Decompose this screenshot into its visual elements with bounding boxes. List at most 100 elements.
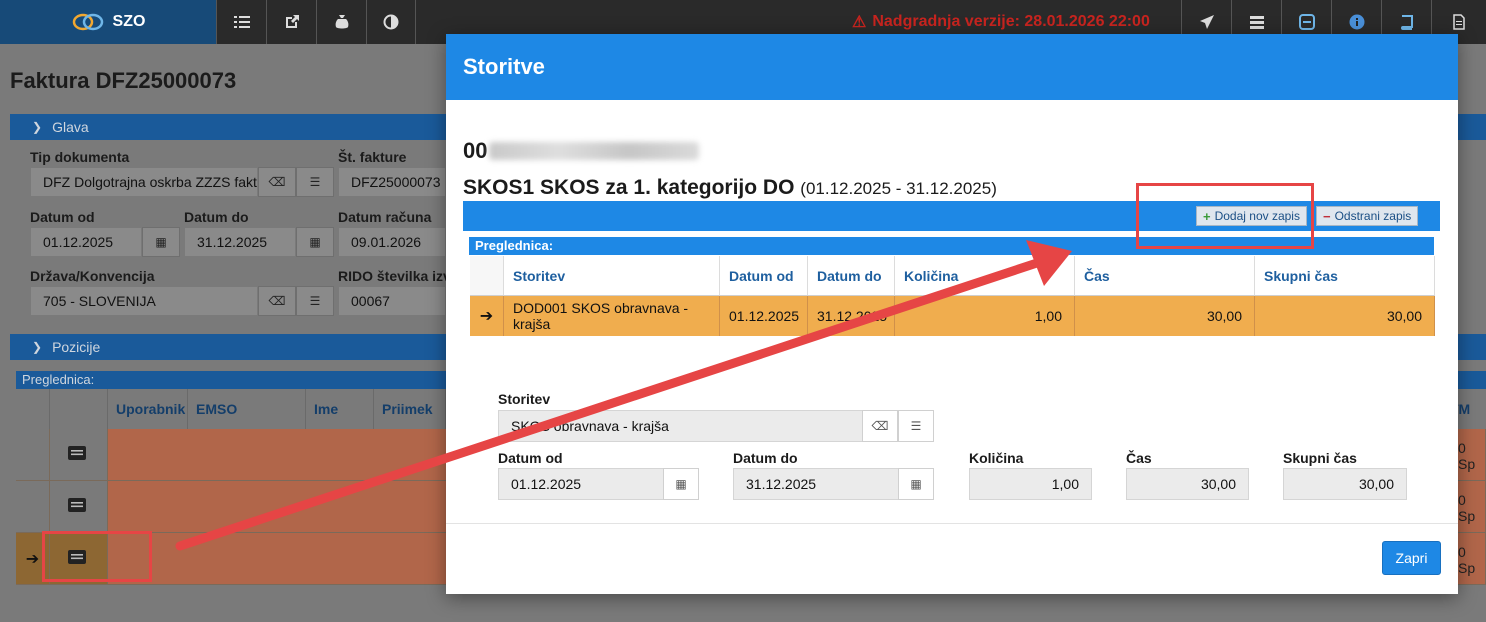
services-cell-total-time[interactable]: 30,00 bbox=[1255, 296, 1435, 336]
paper-plane-icon bbox=[1199, 15, 1214, 29]
section-header-label: Glava bbox=[52, 119, 89, 135]
grid-head-name[interactable]: Ime bbox=[306, 389, 374, 429]
date-to-label: Datum do bbox=[184, 209, 249, 225]
grid-head-surname[interactable]: Priimek bbox=[374, 389, 446, 429]
date-to-calendar-button[interactable]: ▦ bbox=[296, 227, 334, 257]
services-head-date-to[interactable]: Datum do bbox=[808, 256, 895, 296]
doc-type-list-button[interactable]: ☰ bbox=[296, 167, 334, 197]
form-date-from-calendar-button[interactable]: ▦ bbox=[663, 468, 699, 500]
chevron-down-icon: ❯ bbox=[32, 120, 43, 134]
grid-head-marker bbox=[16, 389, 50, 429]
date-from-calendar-button[interactable]: ▦ bbox=[142, 227, 180, 257]
date-from-field[interactable]: 01.12.2025 bbox=[30, 227, 142, 257]
form-date-from-field[interactable]: 01.12.2025 bbox=[498, 468, 664, 500]
services-modal: Storitve 00 SKOS1 SKOS za 1. kategorijo … bbox=[446, 34, 1458, 594]
calendar-icon: ▦ bbox=[309, 235, 321, 249]
country-field[interactable]: 705 - SLOVENIJA bbox=[30, 286, 258, 316]
close-button[interactable]: Zapri bbox=[1382, 541, 1441, 575]
remote-support-icon bbox=[1298, 14, 1315, 30]
logo-text: SZO bbox=[112, 13, 146, 30]
services-cell-date-to[interactable]: 31.12.2025 bbox=[808, 296, 895, 336]
remove-record-button[interactable]: − Odstrani zapis bbox=[1316, 206, 1419, 226]
form-time-label: Čas bbox=[1126, 450, 1152, 466]
blurred-user-name bbox=[489, 142, 700, 160]
invoice-date-field[interactable]: 09.01.2026 bbox=[338, 227, 446, 257]
modal-footer-divider bbox=[446, 523, 1458, 524]
services-cell-quantity[interactable]: 1,00 bbox=[895, 296, 1075, 336]
services-head-service[interactable]: Storitev bbox=[504, 256, 720, 296]
remove-record-label: Odstrani zapis bbox=[1334, 209, 1412, 223]
row-pointer-icon: ➔ bbox=[470, 296, 504, 336]
services-head-marker bbox=[470, 256, 504, 296]
money-bag-button[interactable] bbox=[316, 0, 366, 44]
highlight-add-button bbox=[1136, 183, 1314, 249]
user-code-prefix: 00 bbox=[463, 138, 488, 163]
form-service-list-button[interactable]: ☰ bbox=[898, 410, 934, 442]
contrast-button[interactable] bbox=[366, 0, 416, 44]
doc-type-label: Tip dokumenta bbox=[30, 149, 130, 165]
doc-type-clear-button[interactable]: ⌫ bbox=[258, 167, 296, 197]
eraser-icon: ⌫ bbox=[268, 294, 286, 308]
form-date-to-label: Datum do bbox=[733, 450, 798, 466]
list-icon: ☰ bbox=[309, 175, 321, 189]
date-to-field[interactable]: 31.12.2025 bbox=[184, 227, 296, 257]
list-icon: ☰ bbox=[309, 294, 321, 308]
page-title: Faktura DFZ25000073 bbox=[10, 68, 237, 93]
calendar-icon: ▦ bbox=[910, 477, 922, 491]
logo-icon bbox=[72, 13, 103, 31]
warning-icon: ⚠ bbox=[852, 14, 867, 31]
form-quantity-field[interactable]: 1,00 bbox=[969, 468, 1092, 500]
form-date-to-calendar-button[interactable]: ▦ bbox=[898, 468, 934, 500]
invoice-no-label: Št. fakture bbox=[338, 149, 407, 165]
form-service-clear-button[interactable]: ⌫ bbox=[862, 410, 898, 442]
menu-list-button[interactable] bbox=[216, 0, 266, 44]
form-date-to-field[interactable]: 31.12.2025 bbox=[733, 468, 899, 500]
services-head-date-from[interactable]: Datum od bbox=[720, 256, 808, 296]
eraser-icon: ⌫ bbox=[268, 175, 286, 189]
services-cell-time[interactable]: 30,00 bbox=[1075, 296, 1255, 336]
services-cell-service[interactable]: DOD001 SKOS obravnava - krajša bbox=[504, 296, 720, 336]
contrast-icon bbox=[383, 14, 399, 30]
invoice-no-field[interactable]: DFZ25000073 bbox=[338, 167, 446, 197]
form-service-label: Storitev bbox=[498, 391, 551, 407]
app-logo[interactable]: SZO bbox=[0, 0, 216, 44]
row-details-icon[interactable] bbox=[68, 446, 86, 460]
minus-icon: − bbox=[1323, 208, 1331, 224]
services-head-total-time[interactable]: Skupni čas bbox=[1255, 256, 1435, 296]
form-date-from-label: Datum od bbox=[498, 450, 563, 466]
date-from-label: Datum od bbox=[30, 209, 95, 225]
doc-type-field[interactable]: DFZ Dolgotrajna oskrba ZZZS fakt bbox=[30, 167, 258, 197]
external-link-icon bbox=[285, 15, 299, 28]
services-head-time[interactable]: Čas bbox=[1075, 256, 1255, 296]
invoice-date-label: Datum računa bbox=[338, 209, 432, 225]
form-total-label: Skupni čas bbox=[1283, 450, 1357, 466]
country-label: Država/Konvencija bbox=[30, 268, 155, 284]
tm-cell: 0 Sp bbox=[1458, 440, 1476, 472]
book-icon bbox=[1400, 15, 1413, 30]
rido-field[interactable]: 00067 bbox=[338, 286, 446, 316]
form-service-field[interactable]: SKOS obravnava - krajša bbox=[498, 410, 863, 442]
rido-label: RIDO številka izva bbox=[338, 268, 446, 284]
form-quantity-label: Količina bbox=[969, 450, 1024, 466]
grid-head-emso[interactable]: EMSO bbox=[188, 389, 306, 429]
form-time-field[interactable]: 30,00 bbox=[1126, 468, 1249, 500]
form-total-field[interactable]: 30,00 bbox=[1283, 468, 1407, 500]
grid-head-user[interactable]: Uporabnik bbox=[108, 389, 188, 429]
country-list-button[interactable]: ☰ bbox=[296, 286, 334, 316]
services-cell-date-from[interactable]: 01.12.2025 bbox=[720, 296, 808, 336]
version-text: Nadgradnja verzije: 28.01.2026 22:00 bbox=[872, 13, 1150, 30]
section-positions-label: Pozicije bbox=[52, 339, 101, 355]
row-details-icon[interactable] bbox=[68, 498, 86, 512]
list-icon: ☰ bbox=[910, 419, 922, 433]
country-clear-button[interactable]: ⌫ bbox=[258, 286, 296, 316]
info-icon bbox=[1349, 14, 1364, 30]
chevron-down-icon: ❯ bbox=[32, 340, 43, 354]
user-code: 00 bbox=[463, 138, 700, 164]
services-head-quantity[interactable]: Količina bbox=[895, 256, 1075, 296]
service-heading: SKOS1 SKOS za 1. kategorijo DO (01.12.20… bbox=[463, 176, 997, 200]
open-external-button[interactable] bbox=[266, 0, 316, 44]
tm-cell: 0 Sp bbox=[1458, 544, 1476, 576]
service-period: (01.12.2025 - 31.12.2025) bbox=[800, 179, 997, 198]
tm-cell: 0 Sp bbox=[1458, 492, 1476, 524]
modal-title: Storitve bbox=[446, 34, 1458, 100]
